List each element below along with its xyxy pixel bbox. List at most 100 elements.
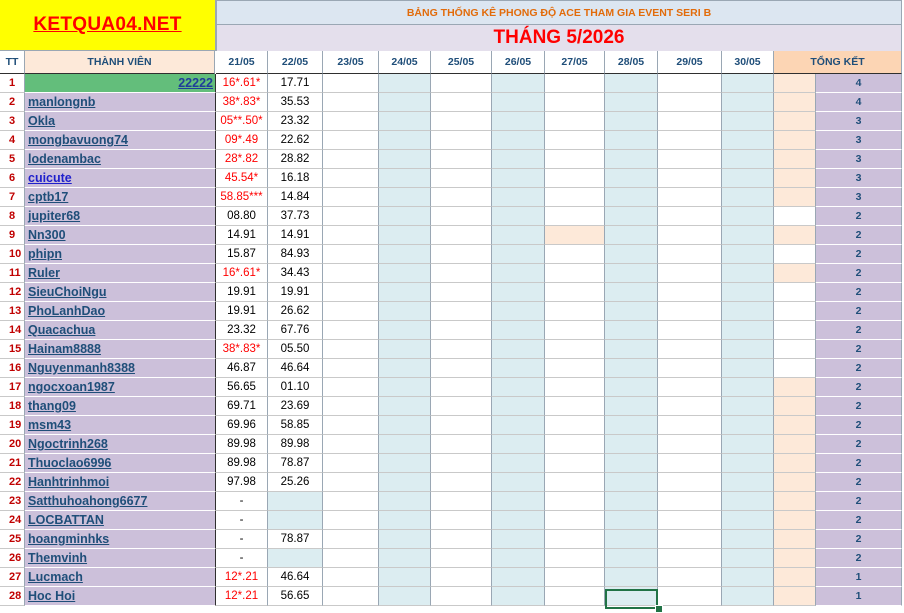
row-number[interactable]: 27 [0,568,25,587]
empty-cell[interactable] [722,511,774,530]
empty-cell[interactable] [545,378,605,397]
row-number[interactable]: 7 [0,188,25,207]
empty-cell[interactable] [431,302,492,321]
member-link[interactable]: cptb17 [25,188,216,207]
total-cell[interactable]: 3 [816,112,902,131]
empty-cell[interactable] [658,131,722,150]
empty-cell[interactable] [379,511,431,530]
score-cell[interactable]: 19.91 [216,302,268,321]
member-link[interactable]: Ruler [25,264,216,283]
empty-cell[interactable] [379,112,431,131]
empty-cell[interactable] [722,530,774,549]
empty-cell[interactable] [379,188,431,207]
empty-cell[interactable] [323,340,379,359]
header-date-30-05[interactable]: 30/05 [722,51,774,74]
empty-cell[interactable] [722,131,774,150]
empty-cell[interactable] [323,321,379,340]
member-link[interactable]: manlongnb [25,93,216,112]
summary-spacer-cell[interactable] [774,359,816,378]
empty-cell[interactable] [379,359,431,378]
empty-cell[interactable] [323,549,379,568]
empty-cell[interactable] [431,169,492,188]
empty-cell[interactable] [545,530,605,549]
empty-cell[interactable] [492,568,545,587]
empty-cell[interactable] [605,587,658,606]
empty-cell[interactable] [323,568,379,587]
empty-cell[interactable] [722,397,774,416]
empty-cell[interactable] [658,435,722,454]
summary-spacer-cell[interactable] [774,473,816,492]
empty-cell[interactable] [323,416,379,435]
member-link[interactable]: Hainam8888 [25,340,216,359]
empty-cell[interactable] [379,283,431,302]
empty-cell[interactable] [658,416,722,435]
empty-cell[interactable] [431,93,492,112]
empty-cell[interactable] [722,169,774,188]
empty-cell[interactable] [605,264,658,283]
empty-cell[interactable] [605,207,658,226]
summary-spacer-cell[interactable] [774,454,816,473]
total-cell[interactable]: 2 [816,264,902,283]
empty-cell[interactable] [323,530,379,549]
member-link[interactable]: thang09 [25,397,216,416]
score-cell[interactable]: 56.65 [216,378,268,397]
empty-cell[interactable] [605,150,658,169]
row-number[interactable]: 1 [0,74,25,93]
score-cell[interactable]: 05.50 [268,340,323,359]
score-cell[interactable]: 17.71 [268,74,323,93]
header-member[interactable]: THÀNH VIÊN [25,51,215,74]
member-link[interactable]: msm43 [25,416,216,435]
empty-cell[interactable] [545,245,605,264]
empty-cell[interactable] [492,492,545,511]
empty-cell[interactable] [492,378,545,397]
empty-cell[interactable] [605,473,658,492]
empty-cell[interactable] [492,74,545,93]
row-number[interactable]: 23 [0,492,25,511]
empty-cell[interactable] [323,511,379,530]
score-cell[interactable]: 16*.61* [216,74,268,93]
empty-cell[interactable] [379,416,431,435]
empty-cell[interactable] [605,340,658,359]
empty-cell[interactable] [658,188,722,207]
member-link[interactable]: Lucmach [25,568,216,587]
total-cell[interactable]: 2 [816,492,902,511]
empty-cell[interactable] [431,245,492,264]
score-cell[interactable]: 19.91 [216,283,268,302]
empty-cell[interactable] [323,397,379,416]
empty-cell[interactable] [379,549,431,568]
score-cell[interactable]: 12*.21 [216,568,268,587]
empty-cell[interactable] [431,378,492,397]
empty-cell[interactable] [379,454,431,473]
empty-cell[interactable] [492,207,545,226]
empty-cell[interactable] [323,188,379,207]
score-cell[interactable]: 89.98 [268,435,323,454]
empty-cell[interactable] [379,264,431,283]
empty-cell[interactable] [545,454,605,473]
total-cell[interactable]: 2 [816,321,902,340]
empty-cell[interactable] [379,150,431,169]
empty-cell[interactable] [658,226,722,245]
summary-spacer-cell[interactable] [774,302,816,321]
empty-cell[interactable] [545,207,605,226]
score-cell[interactable]: 69.71 [216,397,268,416]
empty-cell[interactable] [545,587,605,606]
empty-cell[interactable] [722,93,774,112]
empty-cell[interactable] [379,378,431,397]
empty-cell[interactable] [605,112,658,131]
header-summary[interactable]: TỔNG KẾT [774,51,902,74]
summary-spacer-cell[interactable] [774,492,816,511]
empty-cell[interactable] [492,226,545,245]
member-link[interactable]: Thuoclao6996 [25,454,216,473]
row-number[interactable]: 19 [0,416,25,435]
summary-spacer-cell[interactable] [774,93,816,112]
summary-spacer-cell[interactable] [774,283,816,302]
summary-spacer-cell[interactable] [774,150,816,169]
row-number[interactable]: 18 [0,397,25,416]
empty-cell[interactable] [431,340,492,359]
empty-cell[interactable] [545,112,605,131]
header-date-23-05[interactable]: 23/05 [323,51,379,74]
summary-spacer-cell[interactable] [774,264,816,283]
member-link[interactable]: Themvinh [25,549,216,568]
score-cell[interactable] [268,511,323,530]
row-number[interactable]: 17 [0,378,25,397]
